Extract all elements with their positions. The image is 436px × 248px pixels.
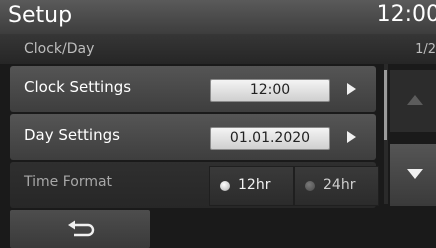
time-format-12hr-option[interactable]: 12hr (209, 166, 294, 206)
day-settings-row[interactable]: Day Settings 01.01.2020 (10, 114, 376, 160)
option-12hr-label: 12hr (238, 177, 271, 193)
scroll-up-button[interactable] (390, 70, 436, 132)
header-clock: 12:00 (376, 2, 436, 27)
clock-settings-row[interactable]: Clock Settings 12:00 (10, 66, 376, 112)
day-settings-label: Day Settings (24, 126, 120, 144)
chevron-right-icon (347, 131, 356, 143)
setup-screen: Setup 12:00 Clock/Day 1/2 Clock Settings… (0, 0, 436, 248)
time-format-row: Time Format 12hr 24hr (10, 162, 379, 208)
arrow-up-icon (407, 95, 423, 105)
section-bar: Clock/Day 1/2 (0, 34, 436, 64)
page-title: Setup (8, 3, 73, 28)
radio-unselected-icon (305, 181, 315, 191)
back-return-icon (68, 220, 95, 237)
radio-selected-icon (220, 181, 230, 191)
title-bar: Setup 12:00 (0, 0, 436, 34)
clock-settings-label: Clock Settings (24, 78, 132, 96)
day-settings-value: 01.01.2020 (210, 127, 330, 150)
chevron-right-icon (347, 83, 356, 95)
option-24hr-label: 24hr (323, 177, 356, 193)
scroll-thumb[interactable] (384, 70, 387, 140)
time-format-label: Time Format (24, 174, 113, 190)
time-format-24hr-option[interactable]: 24hr (294, 166, 379, 206)
clock-settings-value: 12:00 (210, 79, 330, 102)
back-button[interactable] (10, 210, 150, 248)
page-indicator: 1/2 (415, 42, 436, 57)
section-title: Clock/Day (24, 41, 95, 57)
scroll-down-button[interactable] (390, 144, 436, 206)
arrow-down-icon (407, 169, 423, 179)
